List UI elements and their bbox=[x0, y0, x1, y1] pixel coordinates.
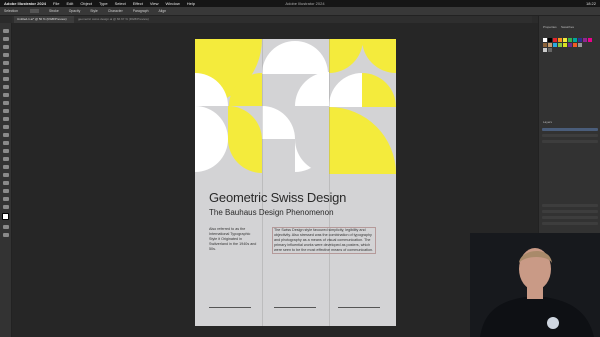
magic-wand-icon[interactable] bbox=[3, 45, 9, 49]
poster-subtitle[interactable]: The Bauhaus Design Phenomenon bbox=[209, 208, 334, 217]
tab-geometric-swiss[interactable]: geometric swiss design.ai @ 66.67 % (RGB… bbox=[75, 16, 165, 23]
style-label[interactable]: Style bbox=[90, 7, 98, 15]
width-tool-icon[interactable] bbox=[3, 133, 9, 137]
divider-rule bbox=[209, 307, 251, 308]
artboard-poster[interactable]: Geometric Swiss Design The Bauhaus Desig… bbox=[195, 39, 396, 326]
menu-file[interactable]: File bbox=[53, 0, 59, 7]
poster-body-col2[interactable]: The Swiss Design style favoured simplici… bbox=[272, 227, 376, 254]
swatch-red[interactable] bbox=[553, 38, 557, 42]
gradient-tool-icon[interactable] bbox=[3, 173, 9, 177]
mesh-tool-icon[interactable] bbox=[3, 165, 9, 169]
swatch-green[interactable] bbox=[568, 38, 572, 42]
document-tabs: Untitled-1.ai* @ 50 % (RGB/Preview) geom… bbox=[12, 16, 532, 23]
scale-tool-icon[interactable] bbox=[3, 125, 9, 129]
character-label[interactable]: Character bbox=[108, 7, 123, 15]
selection-label: Selection bbox=[4, 9, 18, 13]
swatch-light-grey[interactable] bbox=[543, 48, 547, 52]
stroke-label[interactable]: Stroke bbox=[49, 7, 59, 15]
clock: 18:22 bbox=[585, 1, 596, 6]
tab-layers[interactable]: Layers bbox=[543, 120, 552, 124]
type-tool-icon[interactable] bbox=[3, 69, 9, 73]
divider-rule bbox=[274, 307, 316, 308]
swatch-yellow[interactable] bbox=[563, 38, 567, 42]
fill-color-icon[interactable] bbox=[2, 213, 9, 220]
pen-tool-icon[interactable] bbox=[3, 53, 9, 57]
menu-view[interactable]: View bbox=[150, 0, 159, 7]
tools-panel bbox=[0, 23, 12, 337]
guide-line bbox=[262, 39, 263, 326]
shape-builder-icon[interactable] bbox=[3, 149, 9, 153]
pencil-tool-icon[interactable] bbox=[3, 101, 9, 105]
swatch-black[interactable] bbox=[548, 38, 552, 42]
tab-properties[interactable]: Properties bbox=[543, 25, 557, 29]
layer-row-selected[interactable] bbox=[542, 128, 598, 131]
menu-help[interactable]: Help bbox=[187, 0, 195, 7]
poster-body-col1[interactable]: Also referred to as the International Ty… bbox=[209, 227, 259, 252]
menu-effect[interactable]: Effect bbox=[133, 0, 143, 7]
window-title: Adobe Illustrator 2024 bbox=[285, 1, 325, 6]
guide-line bbox=[329, 39, 330, 326]
menu-select[interactable]: Select bbox=[115, 0, 126, 7]
swatch-purple[interactable] bbox=[583, 38, 587, 42]
eyedropper-icon[interactable] bbox=[3, 181, 9, 185]
paintbrush-tool-icon[interactable] bbox=[3, 93, 9, 97]
control-bar: Selection Stroke Opacity Style Character… bbox=[0, 7, 600, 16]
tab-swatches[interactable]: Swatches bbox=[561, 25, 574, 29]
swatch-sky[interactable] bbox=[553, 43, 557, 47]
direct-selection-icon[interactable] bbox=[3, 37, 9, 41]
menu-app-name[interactable]: Adobe Illustrator 2024 bbox=[4, 0, 46, 7]
eraser-tool-icon[interactable] bbox=[3, 109, 9, 113]
swatch-magenta[interactable] bbox=[588, 38, 592, 42]
swatch-white[interactable] bbox=[543, 38, 547, 42]
perspective-grid-icon[interactable] bbox=[3, 157, 9, 161]
property-row[interactable] bbox=[542, 216, 598, 219]
swatch-brown[interactable] bbox=[543, 43, 547, 47]
graph-tool-icon[interactable] bbox=[3, 205, 9, 209]
swatch-violet[interactable] bbox=[568, 43, 572, 47]
tab-untitled[interactable]: Untitled-1.ai* @ 50 % (RGB/Preview) bbox=[14, 16, 74, 23]
hand-icon[interactable] bbox=[3, 225, 9, 229]
menu-type[interactable]: Type bbox=[99, 0, 108, 7]
symbol-sprayer-icon[interactable] bbox=[3, 197, 9, 201]
rotate-tool-icon[interactable] bbox=[3, 117, 9, 121]
swatch-tan[interactable] bbox=[548, 43, 552, 47]
divider-rule bbox=[338, 307, 380, 308]
free-transform-icon[interactable] bbox=[3, 141, 9, 145]
layer-row[interactable] bbox=[542, 140, 598, 143]
fill-swatch[interactable] bbox=[28, 7, 39, 15]
blend-tool-icon[interactable] bbox=[3, 189, 9, 193]
property-row[interactable] bbox=[542, 222, 598, 225]
menu-edit[interactable]: Edit bbox=[66, 0, 73, 7]
swatch-lime[interactable] bbox=[558, 43, 562, 47]
paragraph-label[interactable]: Paragraph bbox=[133, 7, 149, 15]
opacity-label[interactable]: Opacity bbox=[69, 7, 81, 15]
swatch-dark-grey[interactable] bbox=[548, 48, 552, 52]
layer-row[interactable] bbox=[542, 134, 598, 137]
swatch-coral[interactable] bbox=[573, 43, 577, 47]
menu-object[interactable]: Object bbox=[80, 0, 92, 7]
curvature-tool-icon[interactable] bbox=[3, 61, 9, 65]
line-tool-icon[interactable] bbox=[3, 77, 9, 81]
menu-window[interactable]: Window bbox=[166, 0, 180, 7]
selection-tool-icon[interactable] bbox=[3, 29, 9, 33]
geometric-artwork[interactable] bbox=[195, 39, 396, 179]
poster-title[interactable]: Geometric Swiss Design bbox=[209, 190, 346, 205]
swatch-grey[interactable] bbox=[578, 43, 582, 47]
presenter-video bbox=[470, 233, 600, 337]
zoom-icon[interactable] bbox=[3, 233, 9, 237]
swatch-orange[interactable] bbox=[558, 38, 562, 42]
align-label[interactable]: Align bbox=[159, 7, 167, 15]
property-row[interactable] bbox=[542, 210, 598, 213]
rectangle-tool-icon[interactable] bbox=[3, 85, 9, 89]
swatch-olive[interactable] bbox=[563, 43, 567, 47]
webcam-overlay bbox=[470, 233, 600, 337]
swatch-teal[interactable] bbox=[573, 38, 577, 42]
swatch-blue[interactable] bbox=[578, 38, 582, 42]
property-row[interactable] bbox=[542, 204, 598, 207]
